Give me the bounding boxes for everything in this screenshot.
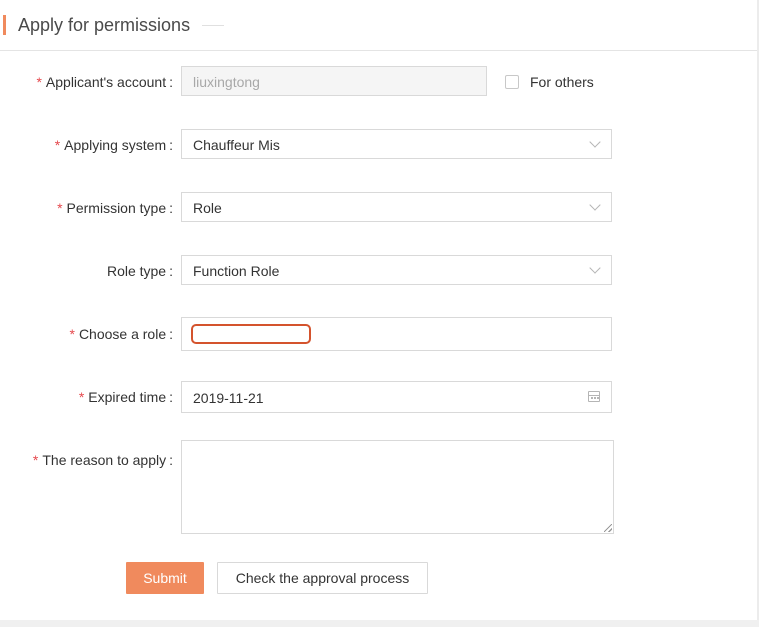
permission-type-label-text: Permission type: [66, 200, 167, 216]
role-type-select[interactable]: Function Role: [181, 255, 612, 285]
required-marker: *: [69, 326, 75, 342]
header-divider: [202, 25, 224, 26]
label-colon: :: [169, 326, 173, 342]
expired-time-datepicker[interactable]: 2019-11-21: [181, 381, 612, 413]
label-colon: :: [169, 200, 173, 216]
role-type-label-text: Role type: [106, 263, 167, 279]
role-type-value: Function Role: [193, 263, 280, 279]
permission-type-label: * Permission type:: [57, 199, 173, 217]
page-header: Apply for permissions: [0, 0, 757, 51]
role-type-label: Role type:: [107, 262, 173, 280]
reason-label: * The reason to apply:: [33, 451, 173, 469]
chevron-down-icon: [589, 199, 601, 211]
choose-role-label: * Choose a role:: [69, 325, 173, 343]
for-others-label[interactable]: For others: [530, 73, 594, 91]
reason-textarea[interactable]: [181, 440, 614, 534]
label-colon: :: [169, 74, 173, 90]
permission-type-select[interactable]: Role: [181, 192, 612, 222]
chevron-down-icon: [589, 262, 601, 274]
required-marker: *: [36, 74, 42, 90]
expired-time-value: 2019-11-21: [193, 390, 264, 406]
required-marker: *: [57, 200, 63, 216]
resize-grip-icon[interactable]: [602, 522, 612, 532]
label-colon: :: [169, 452, 173, 468]
check-approval-process-button[interactable]: Check the approval process: [217, 562, 428, 594]
choose-role-input[interactable]: [191, 324, 311, 344]
label-colon: :: [169, 263, 173, 279]
label-colon: :: [169, 389, 173, 405]
required-marker: *: [54, 137, 61, 153]
permission-application-page: Apply for permissions * Applicant's accou…: [0, 0, 759, 627]
calendar-icon[interactable]: [588, 391, 600, 402]
required-marker: *: [78, 389, 85, 405]
resize-grip-lines: [604, 524, 612, 532]
label-colon: :: [169, 137, 173, 153]
choose-role-field[interactable]: [181, 317, 612, 351]
applying-system-label-text: Applying system: [64, 137, 167, 153]
required-marker: *: [32, 452, 39, 468]
permission-type-value: Role: [193, 200, 222, 216]
header-accent-bar: [3, 15, 6, 35]
page-title: Apply for permissions: [18, 15, 191, 35]
reason-label-text: The reason to apply: [42, 452, 167, 468]
applicant-account-label: * Applicant's account:: [36, 73, 173, 91]
applying-system-value: Chauffeur Mis: [193, 137, 280, 153]
page-bottom-border: [0, 620, 759, 627]
chevron-down-icon: [589, 136, 601, 148]
choose-role-label-text: Choose a role: [78, 326, 167, 342]
applying-system-select[interactable]: Chauffeur Mis: [181, 129, 612, 159]
applicant-account-field: liuxingtong: [181, 66, 487, 96]
for-others-checkbox[interactable]: [505, 75, 519, 89]
applicant-account-value: liuxingtong: [193, 74, 260, 90]
submit-button[interactable]: Submit: [126, 562, 204, 594]
applying-system-label: * Applying system:: [55, 136, 173, 154]
expired-time-label-text: Expired time: [88, 389, 167, 405]
expired-time-label: * Expired time:: [79, 388, 173, 406]
applicant-account-label-text: Applicant's account: [45, 74, 167, 90]
